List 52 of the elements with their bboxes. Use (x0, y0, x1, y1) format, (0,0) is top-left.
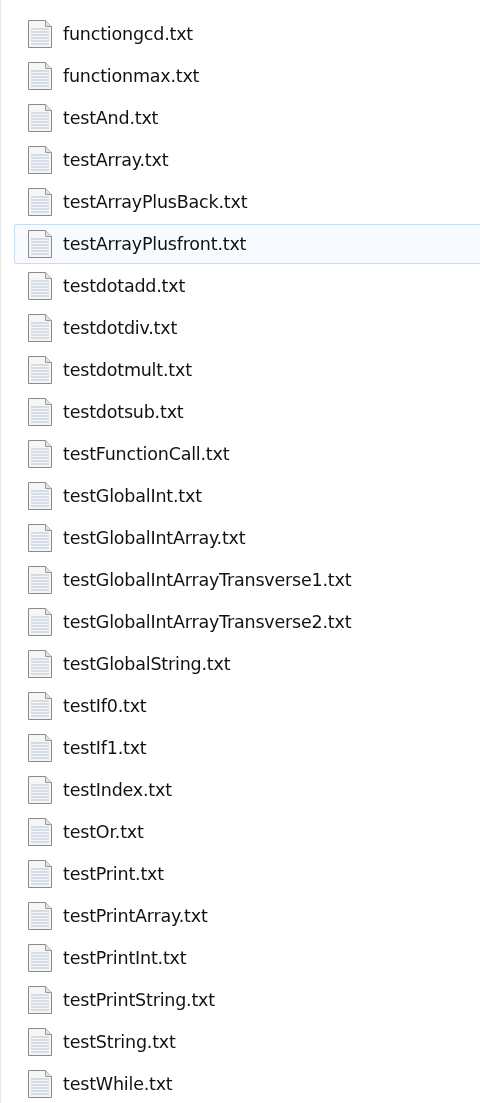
text-file-icon (27, 691, 53, 721)
file-item[interactable]: testFunctionCall.txt (14, 434, 480, 474)
file-item[interactable]: testGlobalIntArray.txt (14, 518, 480, 558)
file-item[interactable]: testIf0.txt (14, 686, 480, 726)
text-file-icon (27, 901, 53, 931)
text-file-icon (27, 145, 53, 175)
file-item[interactable]: testOr.txt (14, 812, 480, 852)
file-item[interactable]: testString.txt (14, 1022, 480, 1062)
text-file-icon (27, 817, 53, 847)
file-item[interactable]: testArrayPlusBack.txt (14, 182, 480, 222)
text-file-icon (27, 565, 53, 595)
file-item[interactable]: testdotsub.txt (14, 392, 480, 432)
file-item[interactable]: testPrintInt.txt (14, 938, 480, 978)
file-item[interactable]: testGlobalIntArrayTransverse1.txt (14, 560, 480, 600)
text-file-icon (27, 103, 53, 133)
text-file-icon (27, 355, 53, 385)
file-item[interactable]: functiongcd.txt (14, 14, 480, 54)
file-item[interactable]: testAnd.txt (14, 98, 480, 138)
text-file-icon (27, 523, 53, 553)
file-item[interactable]: testGlobalString.txt (14, 644, 480, 684)
text-file-icon (27, 313, 53, 343)
file-item[interactable]: testArrayPlusfront.txt (14, 224, 480, 264)
text-file-icon (27, 775, 53, 805)
file-item[interactable]: testdotadd.txt (14, 266, 480, 306)
file-item[interactable]: testPrint.txt (14, 854, 480, 894)
text-file-icon (27, 649, 53, 679)
text-file-icon (27, 61, 53, 91)
text-file-icon (27, 229, 53, 259)
file-item[interactable]: testPrintString.txt (14, 980, 480, 1020)
file-item[interactable]: testWhile.txt (14, 1064, 480, 1103)
file-item[interactable]: testdotdiv.txt (14, 308, 480, 348)
file-item[interactable]: testIndex.txt (14, 770, 480, 810)
text-file-icon (27, 1027, 53, 1057)
text-file-icon (27, 187, 53, 217)
file-item[interactable]: testArray.txt (14, 140, 480, 180)
text-file-icon (27, 859, 53, 889)
file-item[interactable]: testPrintArray.txt (14, 896, 480, 936)
text-file-icon (27, 19, 53, 49)
text-file-icon (27, 985, 53, 1015)
file-item[interactable]: functionmax.txt (14, 56, 480, 96)
text-file-icon (27, 271, 53, 301)
text-file-icon (27, 439, 53, 469)
file-item[interactable]: testdotmult.txt (14, 350, 480, 390)
text-file-icon (27, 481, 53, 511)
text-file-icon (27, 1069, 53, 1099)
text-file-icon (27, 607, 53, 637)
text-file-icon (27, 943, 53, 973)
file-item[interactable]: testGlobalIntArrayTransverse2.txt (14, 602, 480, 642)
file-item[interactable]: testIf1.txt (14, 728, 480, 768)
text-file-icon (27, 733, 53, 763)
text-file-icon (27, 397, 53, 427)
file-item[interactable]: testGlobalInt.txt (14, 476, 480, 516)
